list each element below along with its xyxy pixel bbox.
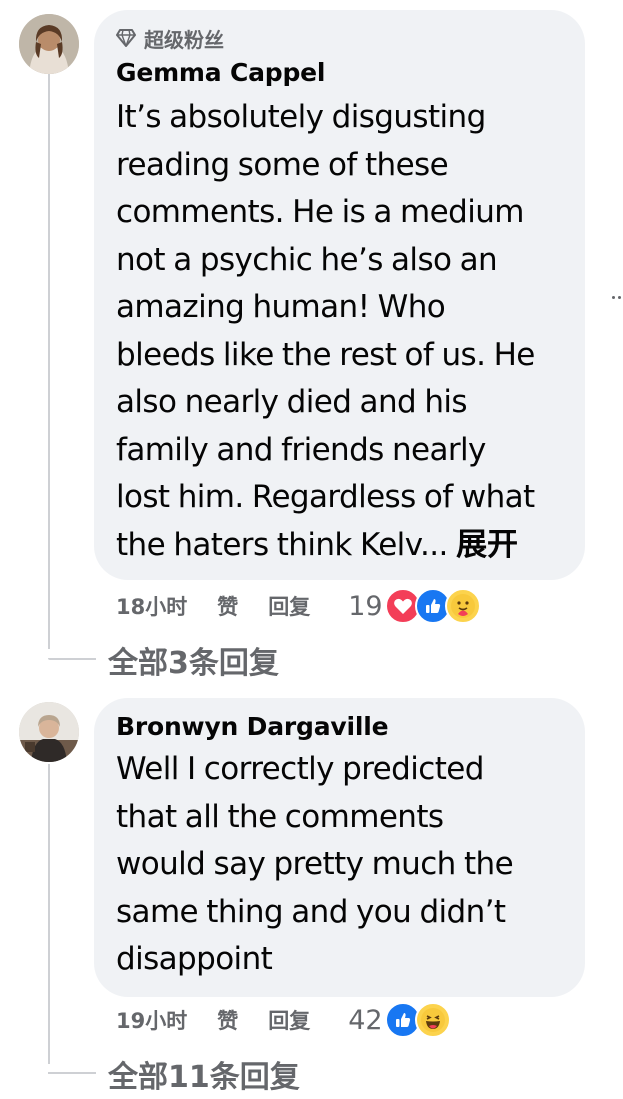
text-line: reading some of these	[116, 146, 449, 183]
comment-bubble: 超级粉丝 Gemma Cappel It’s absolutely disgus…	[94, 10, 585, 580]
expand-button[interactable]: 展开	[456, 527, 518, 563]
reply-button[interactable]: 回复	[268, 591, 310, 621]
reaction-count[interactable]: 19	[348, 591, 382, 622]
text-line: family and friends nearly	[116, 431, 486, 468]
thread-line-connector	[48, 658, 96, 660]
text-line: bleeds like the rest of us. He	[116, 336, 535, 373]
view-replies-link[interactable]: 全部11条回复	[108, 1052, 300, 1096]
thread-line-connector	[48, 1072, 96, 1074]
text-line: not a psychic he’s also an	[116, 241, 498, 278]
text-line: disappoint	[116, 941, 273, 977]
badge-label: 超级粉丝	[144, 27, 224, 52]
comment-meta: 18小时 赞 回复 19	[116, 588, 481, 624]
text-line: comments. He is a medium	[116, 194, 524, 230]
more-options-icon[interactable]	[612, 287, 623, 307]
thread-line	[48, 764, 50, 1064]
text-line: would say pretty much the	[116, 846, 514, 882]
text-line: It’s absolutely disgusting	[116, 99, 486, 135]
reaction-count[interactable]: 42	[348, 1005, 382, 1036]
avatar[interactable]	[19, 702, 79, 762]
text-line: lost him. Regardless of what	[116, 479, 535, 515]
comment-text: Well I correctly predicted that all the …	[116, 746, 571, 984]
comment-author[interactable]: Gemma Cappel	[116, 58, 325, 87]
text-line: same thing and you didn’t	[116, 893, 506, 930]
view-replies-link[interactable]: 全部3条回复	[108, 638, 279, 682]
comment-text: It’s absolutely disgusting reading some …	[116, 94, 571, 569]
like-button[interactable]: 赞	[217, 591, 238, 621]
comment-bubble: Bronwyn Dargaville Well I correctly pred…	[94, 698, 585, 997]
comment-author[interactable]: Bronwyn Dargaville	[116, 712, 389, 741]
care-icon	[444, 588, 481, 624]
timestamp[interactable]: 18小时	[116, 591, 187, 621]
comment-meta: 19小时 赞 回复 42	[116, 1002, 451, 1038]
reactions[interactable]	[384, 588, 481, 624]
text-line-last: the haters think Kelv... 展开	[116, 522, 571, 570]
reactions[interactable]	[384, 1002, 451, 1038]
diamond-icon	[116, 29, 136, 47]
text-line: Well I correctly predicted	[116, 751, 484, 787]
text-line: also nearly died and his	[116, 384, 468, 420]
text-line: amazing human! Who	[116, 289, 446, 325]
text-line: the haters think Kelv...	[116, 526, 448, 563]
badge-top-fan: 超级粉丝	[116, 24, 224, 52]
reply-button[interactable]: 回复	[268, 1005, 310, 1035]
avatar[interactable]	[19, 14, 79, 74]
text-line: that all the comments	[116, 798, 444, 835]
timestamp[interactable]: 19小时	[116, 1005, 187, 1035]
like-button[interactable]: 赞	[217, 1005, 238, 1035]
haha-icon	[414, 1002, 451, 1038]
thread-line	[48, 74, 50, 649]
